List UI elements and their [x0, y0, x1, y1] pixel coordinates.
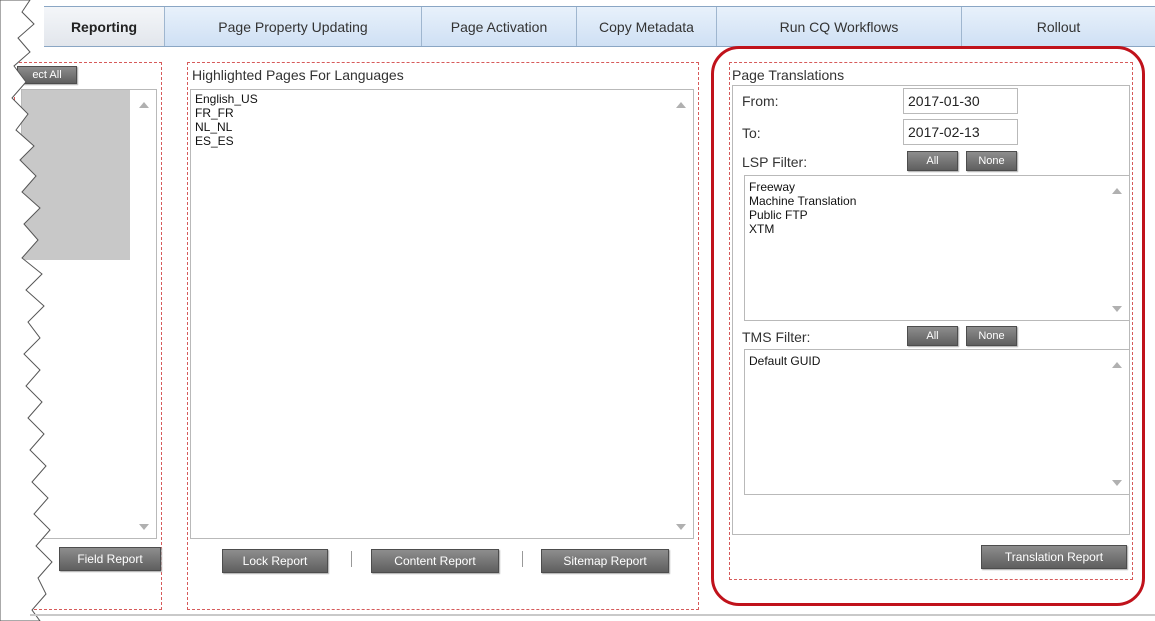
- lock-report-button[interactable]: Lock Report: [222, 549, 328, 573]
- translations-panel-title: Page Translations: [732, 67, 845, 83]
- tab-page-property-updating[interactable]: Page Property Updating: [165, 7, 422, 46]
- separator: [351, 551, 352, 567]
- list-item[interactable]: English_US: [195, 92, 258, 106]
- to-date-field[interactable]: 2017-02-13: [903, 119, 1018, 145]
- tab-page-activation[interactable]: Page Activation: [422, 7, 577, 46]
- scroll-up-icon[interactable]: [139, 102, 149, 108]
- scroll-down-icon[interactable]: [1112, 480, 1122, 486]
- separator: [522, 551, 523, 567]
- list-item[interactable]: NL_NL: [195, 120, 258, 134]
- scroll-up-icon[interactable]: [1112, 362, 1122, 368]
- lsp-all-button[interactable]: All: [907, 151, 958, 171]
- field-report-button[interactable]: Field Report: [59, 547, 161, 571]
- from-label: From:: [742, 93, 779, 109]
- lsp-filter-label: LSP Filter:: [742, 154, 808, 170]
- languages-panel-title: Highlighted Pages For Languages: [192, 67, 404, 83]
- scroll-down-icon[interactable]: [1112, 306, 1122, 312]
- translations-panel: Page Translations From: 2017-01-30 To: 2…: [729, 62, 1133, 580]
- content-report-button[interactable]: Content Report: [371, 549, 499, 573]
- list-item[interactable]: Freeway: [749, 180, 856, 194]
- translation-report-button[interactable]: Translation Report: [981, 545, 1127, 569]
- to-label: To:: [742, 125, 761, 141]
- list-item[interactable]: Default GUID: [749, 354, 820, 368]
- sitemap-report-button[interactable]: Sitemap Report: [541, 549, 669, 573]
- tab-run-cq-workflows[interactable]: Run CQ Workflows: [717, 7, 962, 46]
- scroll-down-icon[interactable]: [139, 524, 149, 530]
- tms-none-button[interactable]: None: [966, 326, 1017, 346]
- list-item[interactable]: FR_FR: [195, 106, 258, 120]
- list-item[interactable]: ES_ES: [195, 134, 258, 148]
- torn-edge-decoration: [0, 0, 53, 621]
- languages-listbox[interactable]: English_US FR_FR NL_NL ES_ES: [190, 89, 694, 539]
- scroll-down-icon[interactable]: [676, 524, 686, 530]
- list-item[interactable]: Machine Translation: [749, 194, 856, 208]
- scroll-up-icon[interactable]: [1112, 188, 1122, 194]
- bottom-divider: [30, 614, 1155, 616]
- tms-filter-label: TMS Filter:: [742, 329, 811, 345]
- lsp-listbox[interactable]: Freeway Machine Translation Public FTP X…: [744, 175, 1130, 321]
- tms-listbox[interactable]: Default GUID: [744, 349, 1130, 495]
- list-item[interactable]: XTM: [749, 222, 856, 236]
- tab-bar: Reporting Page Property Updating Page Ac…: [44, 6, 1155, 47]
- tms-all-button[interactable]: All: [907, 326, 958, 346]
- scroll-up-icon[interactable]: [676, 102, 686, 108]
- tab-reporting[interactable]: Reporting: [44, 7, 165, 46]
- lsp-none-button[interactable]: None: [966, 151, 1017, 171]
- tab-rollout[interactable]: Rollout: [962, 7, 1155, 46]
- languages-panel: Highlighted Pages For Languages English_…: [187, 62, 699, 610]
- from-date-field[interactable]: 2017-01-30: [903, 88, 1018, 114]
- tab-copy-metadata[interactable]: Copy Metadata: [577, 7, 717, 46]
- list-item[interactable]: Public FTP: [749, 208, 856, 222]
